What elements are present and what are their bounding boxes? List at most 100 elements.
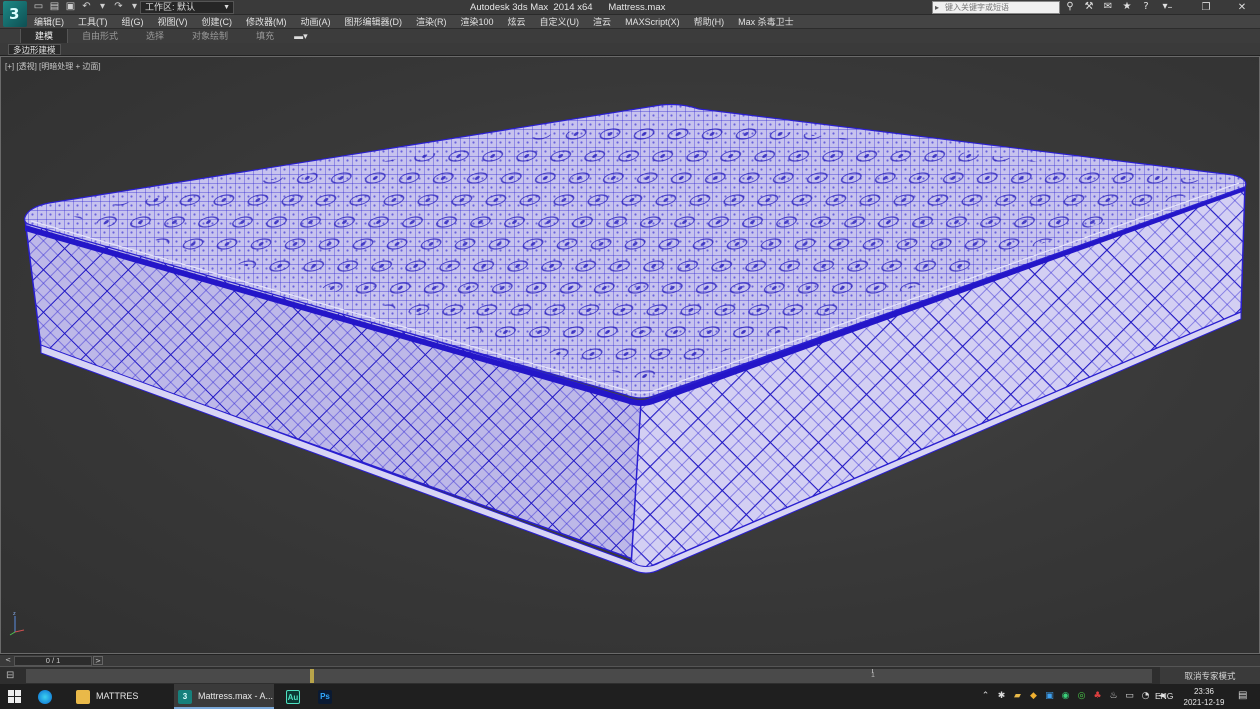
ribbon-tab[interactable]: 对象绘制 <box>178 29 242 43</box>
edge-browser-task[interactable] <box>38 684 62 709</box>
photoshop-icon: Ps <box>318 689 332 704</box>
mattress-wireframe <box>24 103 1247 574</box>
folder-icon <box>76 689 90 704</box>
quick-access-toolbar: ▭ ▤ ▣ ↶ ▾ ↷ ▾ ◫ <box>32 1 157 14</box>
tray-display-icon[interactable]: ▭ <box>1124 691 1135 702</box>
binoculars-icon[interactable]: ⚲ <box>1064 1 1076 13</box>
app-logo-icon[interactable]: 3 <box>3 1 27 27</box>
clock-date: 2021-12-19 <box>1183 698 1225 707</box>
viewport-shading-label[interactable]: [明暗处理 + 边面] <box>39 62 101 71</box>
polygon-modeling-panel[interactable]: 多边形建模 <box>8 44 61 55</box>
help-icon[interactable]: ? <box>1140 1 1152 13</box>
cancel-expert-mode-button[interactable]: 取消专家模式 <box>1160 667 1260 685</box>
current-frame-marker[interactable] <box>310 669 314 683</box>
3dsmax-icon: 3 <box>178 689 192 704</box>
tray-app3-icon[interactable]: ◉ <box>1060 691 1071 702</box>
taskbar-item-3dsmax[interactable]: 3 Mattress.max - A... <box>174 684 274 709</box>
input-language-indicator[interactable]: ENG <box>1155 684 1173 709</box>
window-title: Autodesk 3ds Max 2014 x64 Mattress.max <box>470 2 666 13</box>
edge-icon <box>38 689 52 704</box>
menu-item[interactable]: 创建(C) <box>202 15 233 29</box>
ribbon-panel: 多边形建模 <box>0 43 1260 56</box>
tray-app5-icon[interactable]: ♨ <box>1108 691 1119 702</box>
menu-items: 编辑(E) 工具(T) 组(G) 视图(V) 创建(C) 修改器(M) 动画(A) 图形编辑器… <box>34 15 794 29</box>
tray-app-icon[interactable]: ✱ <box>996 691 1007 702</box>
chevron-down-icon: ▼ <box>223 4 230 11</box>
window-controls: – ❐ ✕ <box>1152 0 1260 15</box>
menu-item[interactable]: 自定义(U) <box>540 15 580 29</box>
tray-folder-icon[interactable]: ▰ <box>1012 691 1023 702</box>
mini-curve-editor-icon[interactable]: ⊟ <box>6 670 20 682</box>
ribbon-tab[interactable]: 建模 <box>20 29 69 43</box>
menu-item[interactable]: 组(G) <box>122 15 144 29</box>
track-area[interactable]: 1 <box>26 669 1152 683</box>
viewport-menu-plus[interactable]: [+] <box>5 62 14 71</box>
time-slider-next-icon[interactable]: > <box>93 656 103 665</box>
menu-item[interactable]: 编辑(E) <box>34 15 64 29</box>
tray-app4-icon[interactable]: ♣ <box>1092 691 1103 702</box>
close-icon[interactable]: ✕ <box>1224 0 1260 15</box>
menu-item[interactable]: Max 杀毒卫士 <box>738 15 794 29</box>
menu-item[interactable]: 动画(A) <box>301 15 331 29</box>
workspace-dropdown[interactable]: 工作区: 默认 ▼ <box>140 1 234 14</box>
menu-bar: 编辑(E) 工具(T) 组(G) 视图(V) 创建(C) 修改器(M) 动画(A) 图形编辑器… <box>0 15 1260 29</box>
menu-item[interactable]: 视图(V) <box>158 15 188 29</box>
maximize-icon[interactable]: ❐ <box>1188 0 1224 15</box>
viewport-label[interactable]: [+] [透视] [明暗处理 + 边面] <box>5 61 101 72</box>
windows-taskbar: MATTRES 3 Mattress.max - A... Au Ps ⌃ ✱ ▰… <box>0 684 1260 709</box>
taskbar-item-folder[interactable]: MATTRES <box>72 684 164 709</box>
workspace-label: 工作区: 默认 <box>145 2 196 12</box>
menu-item[interactable]: 渲染(R) <box>416 15 447 29</box>
menu-item[interactable]: 工具(T) <box>78 15 108 29</box>
title-bar: 3 ▭ ▤ ▣ ↶ ▾ ↷ ▾ ◫ 工作区: 默认 ▼ Autodesk 3ds… <box>0 0 1260 27</box>
taskbar-clock[interactable]: 23:36 2021-12-19 <box>1180 686 1228 708</box>
undo-dropdown-icon[interactable]: ▾ <box>96 1 109 13</box>
taskbar-3dsmax-label: Mattress.max - A... <box>198 691 274 701</box>
clock-time: 23:36 <box>1193 687 1215 696</box>
communication-icon[interactable]: ✉ <box>1102 1 1114 13</box>
menu-item[interactable]: 炫云 <box>508 15 526 29</box>
taskbar-item-photoshop[interactable]: Ps <box>316 684 340 709</box>
svg-text:z: z <box>13 611 16 617</box>
taskbar-folder-label: MATTRES <box>96 691 139 701</box>
ribbon-tab[interactable]: 填充 <box>242 29 288 43</box>
frame-display: 0 / 1 <box>45 656 61 665</box>
notification-center-icon[interactable]: ▤ <box>1238 690 1250 702</box>
time-slider[interactable]: 0 / 1 <box>14 656 92 666</box>
search-input[interactable]: ▸ 键入关键字或短语 <box>932 1 1060 14</box>
redo-icon[interactable]: ↷ <box>112 1 125 13</box>
menu-item[interactable]: 渲染100 <box>461 15 494 29</box>
ribbon-tabs: 建模 自由形式 选择 对象绘制 填充 ▬▾ <box>0 29 1260 43</box>
undo-icon[interactable]: ↶ <box>80 1 93 13</box>
subscription-icon[interactable]: ⚒ <box>1083 1 1095 13</box>
minimize-icon[interactable]: – <box>1152 0 1188 15</box>
menu-item[interactable]: 帮助(H) <box>694 15 725 29</box>
time-slider-prev-icon[interactable]: < <box>3 656 13 665</box>
tray-shield-icon[interactable]: ◆ <box>1028 691 1039 702</box>
network-icon[interactable]: ◔ <box>1140 691 1151 702</box>
frame-tick-label: 1 <box>871 672 875 679</box>
menu-item[interactable]: MAXScript(X) <box>625 15 680 29</box>
new-file-icon[interactable]: ▭ <box>32 1 45 13</box>
tray-overflow-chevron-icon[interactable]: ⌃ <box>980 691 991 702</box>
wechat-icon[interactable]: ◎ <box>1076 691 1087 702</box>
menu-item[interactable]: 渲云 <box>593 15 611 29</box>
track-bar: ⊟ 1 取消专家模式 <box>0 666 1260 685</box>
tray-app2-icon[interactable]: ▣ <box>1044 691 1055 702</box>
perspective-viewport[interactable]: [+] [透视] [明暗处理 + 边面] z <box>0 56 1260 654</box>
save-icon[interactable]: ▣ <box>64 1 77 13</box>
ribbon-tab[interactable]: 选择 <box>132 29 178 43</box>
axis-tripod-icon: z <box>9 611 25 636</box>
open-file-icon[interactable]: ▤ <box>48 1 61 13</box>
ribbon-tab-list: 建模 自由形式 选择 对象绘制 填充 ▬▾ <box>20 29 308 43</box>
search-icon: ▸ <box>935 3 940 12</box>
viewport-view-label[interactable]: [透视] <box>16 62 36 71</box>
menu-item[interactable]: 修改器(M) <box>246 15 287 29</box>
favorites-star-icon[interactable]: ★ <box>1121 1 1133 13</box>
audition-icon: Au <box>286 689 300 704</box>
ribbon-options-icon[interactable]: ▬▾ <box>294 29 308 43</box>
taskbar-item-audition[interactable]: Au <box>284 684 308 709</box>
windows-start-icon[interactable] <box>8 690 21 703</box>
ribbon-tab[interactable]: 自由形式 <box>68 29 132 43</box>
menu-item[interactable]: 图形编辑器(D) <box>345 15 403 29</box>
